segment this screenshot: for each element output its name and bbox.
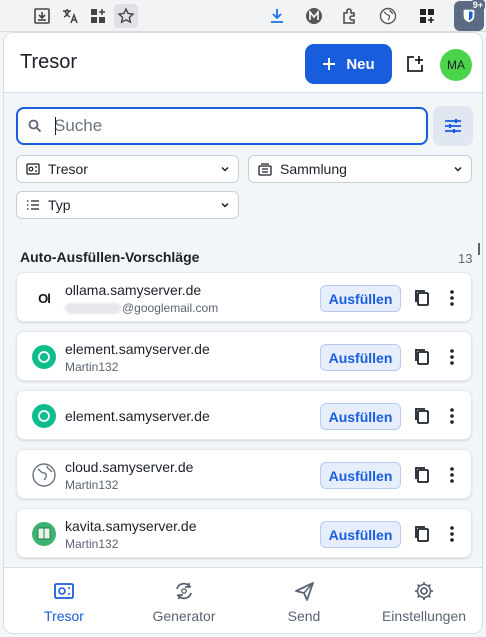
item-username: @googlemail.com <box>65 301 218 315</box>
autofill-button[interactable]: Ausfüllen <box>320 344 401 371</box>
extensions-grid-icon[interactable] <box>86 4 110 28</box>
list-item[interactable]: element.samyserver.de Martin132 Ausfülle… <box>16 331 472 381</box>
copy-icon[interactable] <box>414 466 430 484</box>
more-options-icon[interactable] <box>449 466 455 484</box>
bottom-navigation: Tresor Generator Send Einstellungen <box>4 567 482 633</box>
list-icon <box>27 200 39 210</box>
element-icon <box>32 404 56 428</box>
autofill-section-count: 13 <box>458 251 473 266</box>
collection-icon <box>258 163 272 176</box>
more-options-icon[interactable] <box>449 407 455 425</box>
nav-tab-vault-label: Tresor <box>44 608 84 624</box>
globe-icon <box>32 463 56 487</box>
new-item-label: Neu <box>346 55 375 73</box>
item-name: cloud.samyserver.de <box>65 459 194 475</box>
nav-tab-generator-label: Generator <box>152 608 216 624</box>
list-item[interactable]: Ol ollama.samyserver.de @googlemail.com … <box>16 272 472 322</box>
type-filter-label: Typ <box>48 197 71 213</box>
nav-tab-settings[interactable]: Einstellungen <box>364 568 482 633</box>
item-name: kavita.samyserver.de <box>65 518 197 534</box>
element-icon <box>32 345 56 369</box>
header: Tresor Neu MA <box>4 33 482 93</box>
avatar[interactable]: MA <box>440 49 472 81</box>
filter-toggle-button[interactable] <box>433 106 473 146</box>
plus-icon <box>323 58 336 70</box>
sliders-icon <box>445 119 461 133</box>
bitwarden-extension-button[interactable]: 9+ <box>454 0 485 31</box>
badge-count: 9+ <box>470 0 485 10</box>
nav-tab-settings-label: Einstellungen <box>381 608 467 624</box>
m-extension-icon[interactable] <box>302 4 326 28</box>
nav-tab-send-label: Send <box>287 608 321 624</box>
type-filter-select[interactable]: Typ <box>16 191 239 219</box>
copy-icon[interactable] <box>414 348 430 366</box>
item-username: Martin132 <box>65 360 119 374</box>
vault-filter-label: Tresor <box>48 161 88 177</box>
more-options-icon[interactable] <box>449 289 455 307</box>
save-page-icon[interactable] <box>30 4 54 28</box>
generator-icon <box>176 582 192 600</box>
apps-grid-icon[interactable] <box>415 4 439 28</box>
copy-icon[interactable] <box>414 289 430 307</box>
nav-tab-send[interactable]: Send <box>244 568 364 633</box>
autofill-button[interactable]: Ausfüllen <box>320 462 401 489</box>
vault-icon <box>54 583 74 599</box>
list-item[interactable]: cloud.samyserver.de Martin132 Ausfüllen <box>16 449 472 499</box>
vault-popup: Tresor Neu MA Tresor Sammlung Typ Auto-A… <box>3 32 483 634</box>
item-name: element.samyserver.de <box>65 408 210 424</box>
vault-icon <box>26 163 40 175</box>
popout-icon[interactable] <box>404 53 426 75</box>
text-caret <box>55 117 56 135</box>
chevron-down-icon <box>454 166 462 172</box>
new-item-button[interactable]: Neu <box>305 44 392 84</box>
search-input[interactable] <box>54 116 394 136</box>
collection-filter-label: Sammlung <box>280 161 347 177</box>
nav-tab-vault[interactable]: Tresor <box>4 568 124 633</box>
scrollbar[interactable] <box>478 243 480 255</box>
list-item[interactable]: kavita.samyserver.de Martin132 Ausfüllen <box>16 508 472 558</box>
kavita-icon <box>32 522 56 546</box>
copy-icon[interactable] <box>414 407 430 425</box>
collection-filter-select[interactable]: Sammlung <box>248 155 472 183</box>
page-title: Tresor <box>20 51 78 73</box>
more-options-icon[interactable] <box>449 525 455 543</box>
gear-icon <box>415 582 433 600</box>
autofill-section-title: Auto-Ausfüllen-Vorschläge <box>20 249 200 265</box>
bookmark-star-icon[interactable] <box>114 4 138 28</box>
download-icon[interactable] <box>265 4 289 28</box>
ollama-icon: Ol <box>38 290 51 306</box>
list-item[interactable]: element.samyserver.de Ausfüllen <box>16 390 472 440</box>
item-name: ollama.samyserver.de <box>65 282 202 298</box>
browser-toolbar: 9+ <box>0 0 486 32</box>
more-options-icon[interactable] <box>449 348 455 366</box>
chevron-down-icon <box>221 202 229 208</box>
bitwarden-shield-icon <box>463 9 475 23</box>
translate-icon[interactable] <box>58 4 82 28</box>
autofill-button[interactable]: Ausfüllen <box>320 285 401 312</box>
globe-extension-icon[interactable] <box>376 4 400 28</box>
chevron-down-icon <box>221 166 229 172</box>
item-username: Martin132 <box>65 537 119 551</box>
copy-icon[interactable] <box>414 525 430 543</box>
vault-filter-select[interactable]: Tresor <box>16 155 239 183</box>
redacted-text <box>65 303 121 315</box>
autofill-button[interactable]: Ausfüllen <box>320 521 401 548</box>
autofill-button[interactable]: Ausfüllen <box>320 403 401 430</box>
search-field[interactable] <box>16 107 428 145</box>
puzzle-icon[interactable] <box>338 4 362 28</box>
send-icon <box>295 582 314 601</box>
item-username: Martin132 <box>65 478 119 492</box>
nav-tab-generator[interactable]: Generator <box>124 568 244 633</box>
item-name: element.samyserver.de <box>65 341 210 357</box>
search-icon <box>28 119 42 133</box>
